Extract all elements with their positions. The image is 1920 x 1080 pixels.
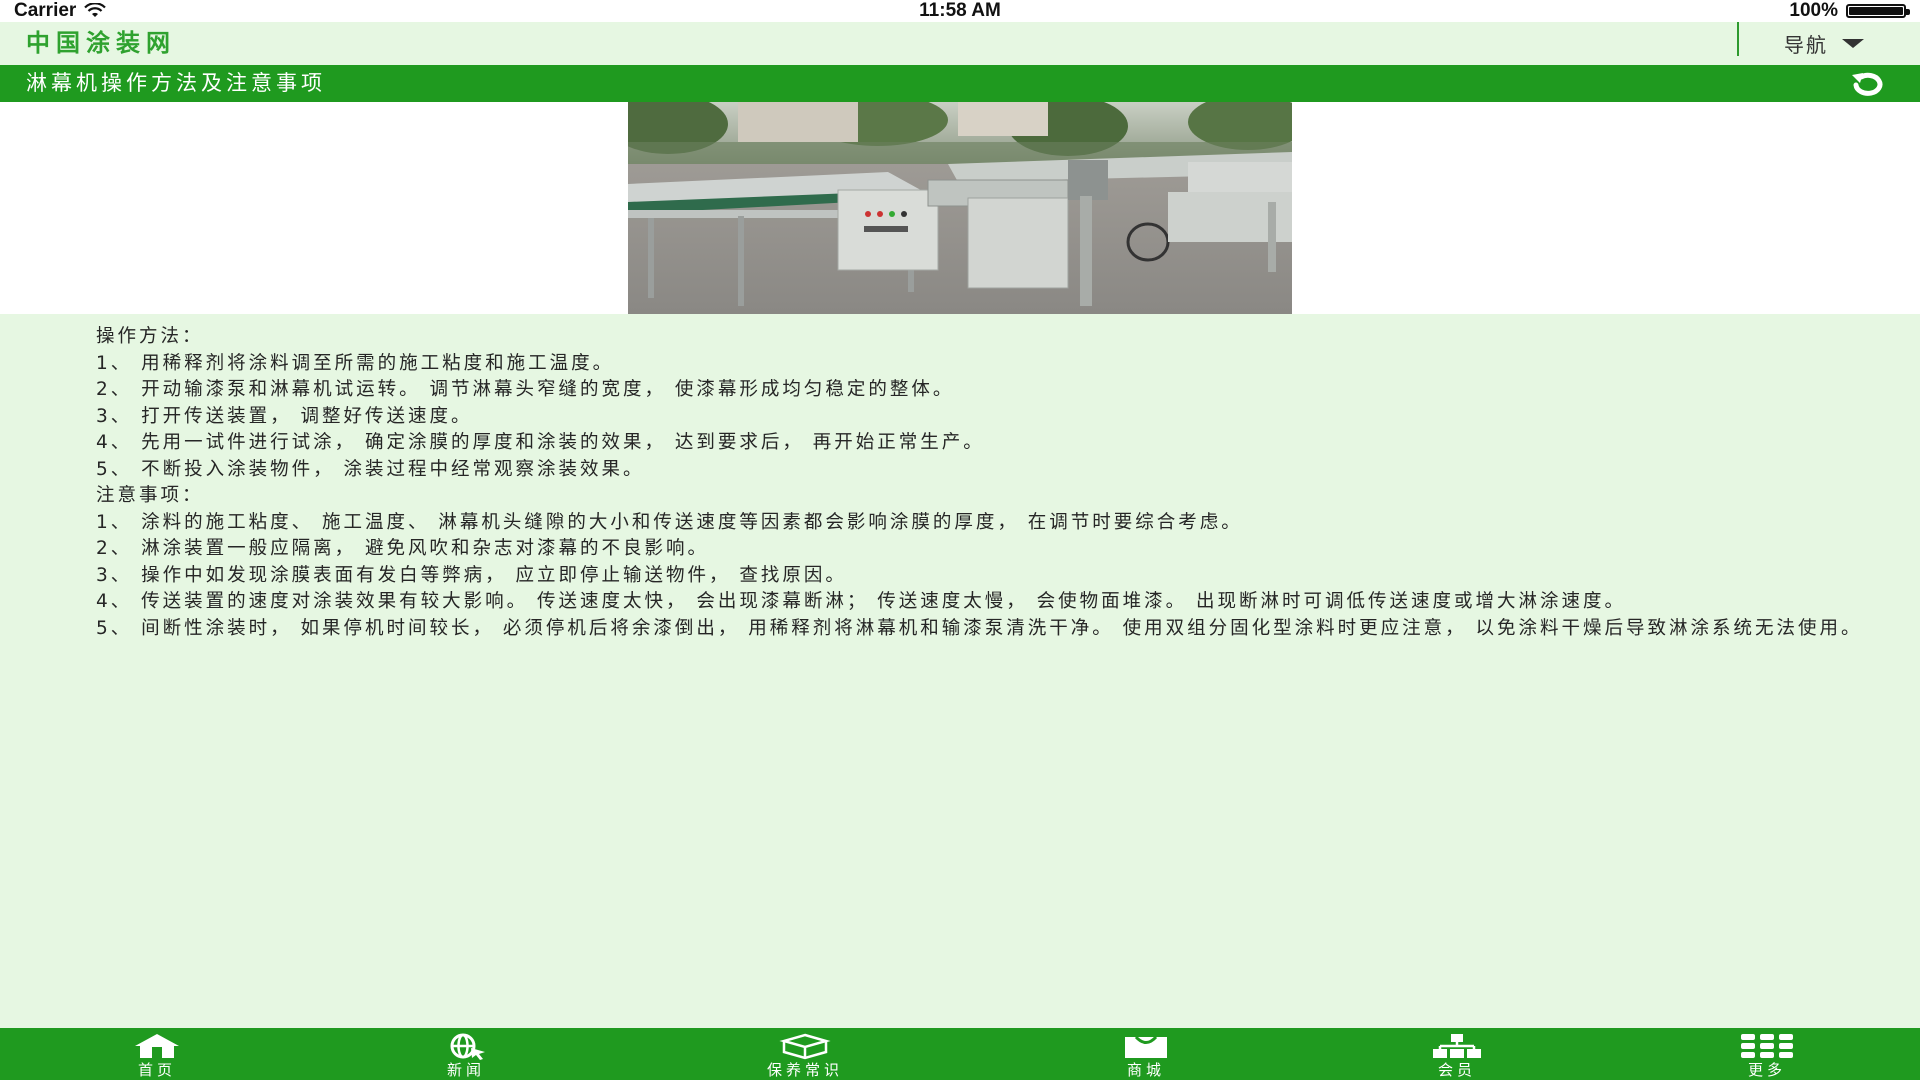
- article-body: 操作方法： 1、 用稀释剂将涂料调至所需的施工粘度和施工温度。 2、 开动输漆泵…: [26, 324, 1886, 642]
- article-paragraph: 注意事项：: [96, 485, 204, 506]
- bottom-tab-bar: 首页 新闻 保养常识 商城 会员 更多: [0, 1028, 1920, 1080]
- tab-maintenance[interactable]: 保养常识: [725, 1028, 885, 1080]
- article-title-bar: 淋幕机操作方法及注意事项: [0, 65, 1920, 102]
- app-header: 中国涂装网 导航: [0, 22, 1920, 65]
- tab-member[interactable]: 会员: [1377, 1028, 1537, 1080]
- tab-news[interactable]: 新闻: [386, 1028, 546, 1080]
- tab-mall[interactable]: 商城: [1066, 1028, 1226, 1080]
- tab-label: 保养常识: [766, 1061, 843, 1079]
- article-paragraph: 4、 传送装置的速度对涂装效果有较大影响。 传送速度太快， 会出现漆幕断淋； 传…: [96, 591, 1627, 612]
- header-divider: [1737, 22, 1739, 56]
- article-paragraph: 5、 不断投入涂装物件， 涂装过程中经常观察涂装效果。: [96, 458, 645, 480]
- chevron-down-icon: [1842, 39, 1864, 48]
- page-title: 淋幕机操作方法及注意事项: [26, 71, 326, 95]
- article-paragraph: 3、 操作中如发现涂膜表面有发白等弊病， 应立即停止输送物件， 查找原因。: [96, 564, 847, 586]
- network-icon: [1433, 1034, 1481, 1058]
- grid-icon: [1741, 1034, 1793, 1058]
- battery-fill: [1849, 7, 1903, 15]
- battery-percent: 100%: [1789, 0, 1838, 21]
- battery-icon: [1846, 4, 1910, 18]
- bag-icon: [1125, 1035, 1167, 1058]
- box-icon: [779, 1033, 831, 1060]
- curtain-coater-photo: [628, 102, 1292, 314]
- status-battery: 100%: [1789, 0, 1910, 22]
- tab-home[interactable]: 首页: [77, 1028, 237, 1080]
- article-paragraph: 1、 涂料的施工粘度、 施工温度、 淋幕机头缝隙的大小和传送速度等因素都会影响涂…: [96, 511, 1243, 533]
- nav-dropdown-button[interactable]: 导航: [1784, 22, 1864, 65]
- article-paragraph: 5、 间断性涂装时， 如果停机时间较长， 必须停机后将余漆倒出， 用稀释剂将淋幕…: [96, 617, 1863, 639]
- globe-icon: [450, 1033, 485, 1060]
- site-title[interactable]: 中国涂装网: [26, 22, 176, 65]
- refresh-icon: [1852, 72, 1883, 96]
- tab-label: 会员: [1437, 1061, 1476, 1079]
- article-image-area: [0, 102, 1920, 314]
- status-bar: Carrier 11:58 AM 100%: [0, 0, 1920, 22]
- article-paragraph: 1、 用稀释剂将涂料调至所需的施工粘度和施工温度。: [96, 352, 615, 374]
- article-paragraph: 3、 打开传送装置， 调整好传送速度。: [96, 405, 473, 427]
- tab-label: 首页: [137, 1061, 176, 1079]
- home-icon: [135, 1034, 179, 1058]
- article-paragraph: 操作方法：: [96, 326, 204, 347]
- refresh-button[interactable]: [1848, 69, 1888, 99]
- tab-label: 商城: [1126, 1061, 1165, 1079]
- nav-label: 导航: [1784, 33, 1828, 57]
- tab-more[interactable]: 更多: [1687, 1028, 1847, 1080]
- article-paragraph: 4、 先用一试件进行试涂， 确定涂膜的厚度和涂装的效果， 达到要求后， 再开始正…: [96, 432, 985, 453]
- article-paragraph: 2、 开动输漆泵和淋幕机试运转。 调节淋幕头窄缝的宽度， 使漆幕形成均匀稳定的整…: [96, 379, 955, 400]
- article-paragraph: 2、 淋涂装置一般应隔离， 避免风吹和杂志对漆幕的不良影响。: [96, 538, 710, 559]
- tab-label: 更多: [1747, 1061, 1786, 1079]
- status-time: 11:58 AM: [919, 0, 1001, 21]
- tab-label: 新闻: [446, 1061, 485, 1079]
